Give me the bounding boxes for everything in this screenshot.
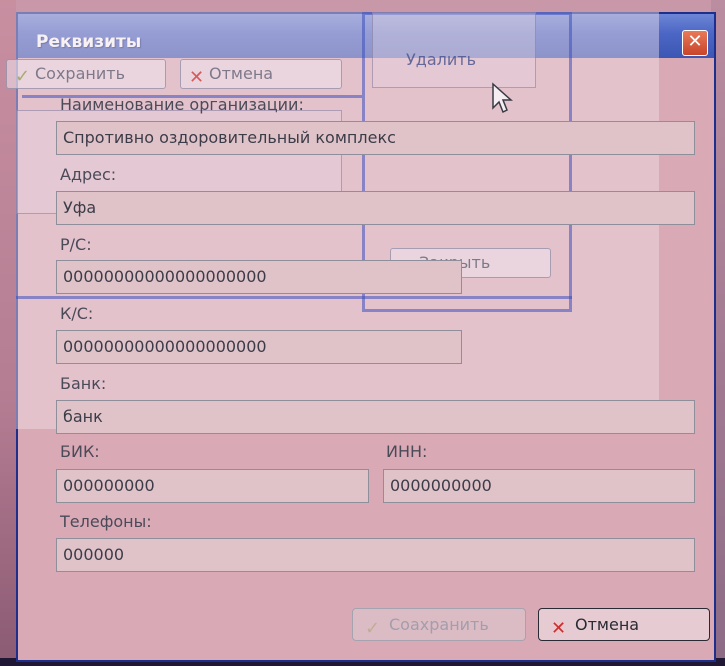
save-button[interactable]: ✓ Соахранить xyxy=(352,608,526,641)
address-label: Адрес: xyxy=(60,165,117,184)
ghost-cancel-button: ✕ Отмена xyxy=(180,59,342,89)
cancel-x-icon: ✕ xyxy=(551,618,567,639)
check-icon: ✓ xyxy=(15,66,31,87)
mouse-cursor-icon xyxy=(492,82,513,114)
ks-field[interactable]: 00000000000000000000 xyxy=(56,330,462,364)
bank-field[interactable]: банк xyxy=(56,400,695,434)
bik-label: БИК: xyxy=(60,442,100,461)
rs-field[interactable]: 00000000000000000000 xyxy=(56,260,462,294)
inn-field[interactable]: 0000000000 xyxy=(383,469,695,503)
desktop-background-left xyxy=(0,0,16,666)
ghost-left-frame xyxy=(16,296,572,308)
org-name-label: Наименование организации: xyxy=(60,95,304,114)
bik-field[interactable]: 000000000 xyxy=(56,469,369,503)
cancel-button[interactable]: ✕ Отмена xyxy=(538,608,710,641)
phones-field[interactable]: 000000 xyxy=(56,538,695,572)
save-button-label: Соахранить xyxy=(389,615,489,634)
desktop-background-top xyxy=(0,0,725,12)
ks-label: К/С: xyxy=(60,304,94,323)
bank-label: Банк: xyxy=(60,374,107,393)
cancel-x-icon: ✕ xyxy=(189,67,205,88)
ghost-delete-label: Удалить xyxy=(406,50,476,69)
check-icon: ✓ xyxy=(365,618,381,639)
rs-label: Р/С: xyxy=(60,235,92,254)
close-icon: ✕ xyxy=(687,31,703,52)
inn-label: ИНН: xyxy=(386,442,428,461)
ghost-save-button: ✓ Сохранить xyxy=(6,59,166,89)
address-field[interactable]: Уфа xyxy=(56,191,695,225)
org-name-field[interactable]: Спротивно оздоровительный комплекс xyxy=(56,121,695,155)
phones-label: Телефоны: xyxy=(60,512,152,531)
ghost-cancel-label: Отмена xyxy=(209,64,274,83)
cancel-button-label: Отмена xyxy=(575,615,640,634)
ghost-save-label: Сохранить xyxy=(35,64,125,83)
close-button[interactable]: ✕ xyxy=(682,30,708,56)
